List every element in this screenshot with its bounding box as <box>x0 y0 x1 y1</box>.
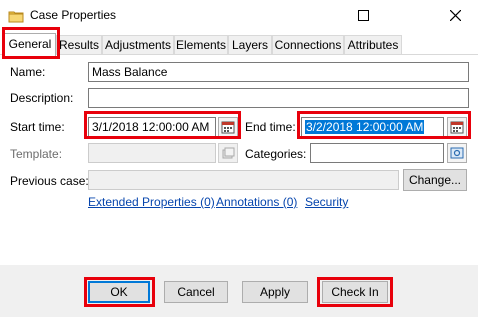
previous-case-label: Previous case: <box>10 174 89 188</box>
template-label: Template: <box>10 147 63 161</box>
ok-button[interactable]: OK <box>88 281 150 303</box>
title-bar: Case Properties <box>0 0 478 32</box>
description-field[interactable] <box>88 88 469 108</box>
name-label: Name: <box>10 65 46 79</box>
tab-layers[interactable]: Layers <box>228 35 272 54</box>
maximize-button[interactable] <box>340 0 386 31</box>
previous-case-field <box>88 170 399 190</box>
tab-divider <box>0 54 478 55</box>
tab-results[interactable]: Results <box>56 35 102 54</box>
apply-button[interactable]: Apply <box>242 281 308 303</box>
end-time-field[interactable]: 3/2/2018 12:00:00 AM <box>301 117 444 137</box>
change-button[interactable]: Change... <box>403 169 467 191</box>
categories-icon <box>450 147 464 159</box>
close-button[interactable] <box>432 0 478 31</box>
categories-label: Categories: <box>245 147 307 161</box>
end-time-selected-text: 3/2/2018 12:00:00 AM <box>305 120 425 134</box>
close-icon <box>449 10 461 21</box>
calendar-icon <box>221 121 235 134</box>
description-label: Description: <box>10 91 74 105</box>
maximize-icon <box>357 10 369 21</box>
end-time-label: End time: <box>245 120 296 134</box>
security-link[interactable]: Security <box>305 195 348 209</box>
annotations-link[interactable]: Annotations (0) <box>216 195 297 209</box>
end-calendar-button[interactable] <box>447 117 467 137</box>
tab-strip: General Results Adjustments Elements Lay… <box>0 33 478 56</box>
tab-attributes[interactable]: Attributes <box>344 35 402 54</box>
categories-field[interactable] <box>310 143 444 163</box>
template-field <box>88 143 216 163</box>
calendar-icon <box>450 121 464 134</box>
cancel-button[interactable]: Cancel <box>164 281 228 303</box>
template-icon <box>222 147 235 159</box>
window-title: Case Properties <box>30 8 117 22</box>
template-browse-button <box>218 143 238 163</box>
categories-browse-button[interactable] <box>447 143 467 163</box>
start-calendar-button[interactable] <box>218 117 238 137</box>
name-field[interactable]: Mass Balance <box>88 62 469 82</box>
tab-connections[interactable]: Connections <box>272 35 344 54</box>
dialog-footer <box>0 265 478 317</box>
start-time-label: Start time: <box>10 120 65 134</box>
extended-properties-link[interactable]: Extended Properties (0) <box>88 195 215 209</box>
tab-elements[interactable]: Elements <box>174 35 228 54</box>
start-time-field[interactable]: 3/1/2018 12:00:00 AM <box>88 117 216 137</box>
check-in-button[interactable]: Check In <box>322 281 388 303</box>
tab-general[interactable]: General <box>4 33 56 56</box>
tab-adjustments[interactable]: Adjustments <box>102 35 174 54</box>
folder-icon <box>8 8 24 24</box>
